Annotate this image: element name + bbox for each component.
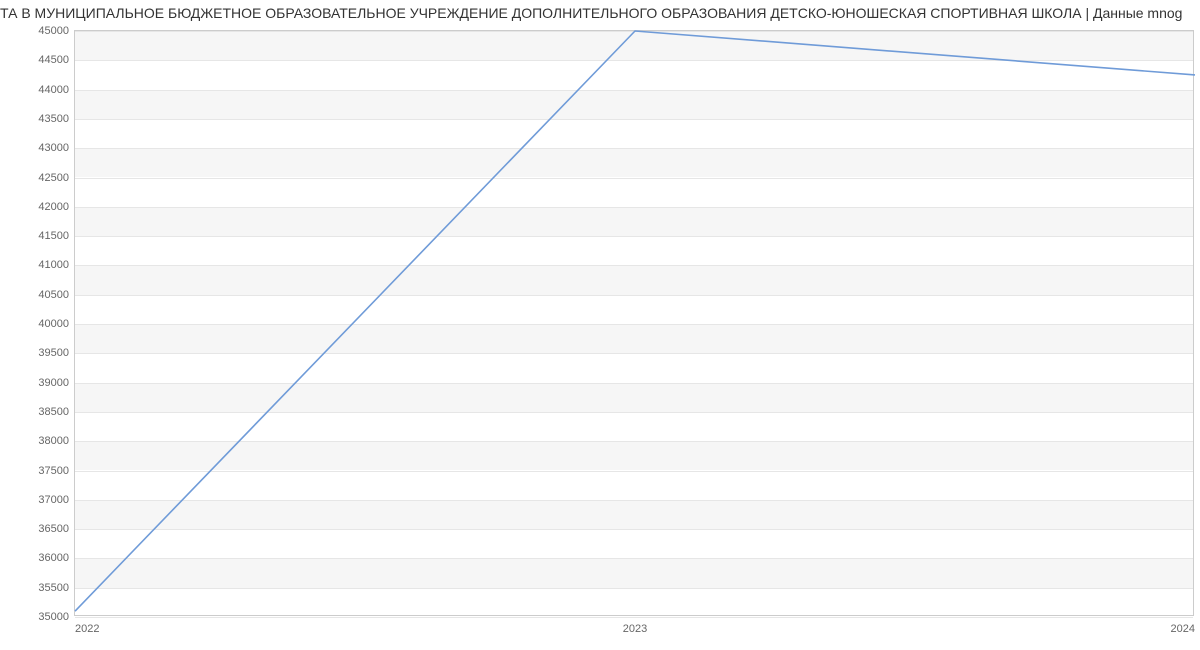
y-tick-label: 43500 [38,113,69,125]
plot-area: 3500035500360003650037000375003800038500… [74,30,1194,616]
y-tick-label: 42000 [38,201,69,213]
y-gridline [75,617,1193,618]
line-series [75,31,1195,611]
x-tick-label: 2023 [623,623,647,635]
y-tick-label: 44500 [38,54,69,66]
y-tick-label: 40500 [38,289,69,301]
y-tick-label: 41500 [38,230,69,242]
y-tick-label: 43000 [38,142,69,154]
y-tick-label: 37500 [38,465,69,477]
y-tick-label: 36000 [38,552,69,564]
y-tick-label: 41000 [38,259,69,271]
y-tick-label: 39500 [38,347,69,359]
y-tick-label: 38500 [38,406,69,418]
x-tick-label: 2022 [75,623,99,635]
y-tick-label: 35500 [38,582,69,594]
y-tick-label: 44000 [38,84,69,96]
y-tick-label: 37000 [38,494,69,506]
y-tick-label: 36500 [38,523,69,535]
y-tick-label: 39000 [38,377,69,389]
y-tick-label: 35000 [38,611,69,623]
series-layer [75,31,1195,617]
y-tick-label: 40000 [38,318,69,330]
y-tick-label: 42500 [38,172,69,184]
chart-title: ТА В МУНИЦИПАЛЬНОЕ БЮДЖЕТНОЕ ОБРАЗОВАТЕЛ… [0,0,1200,26]
y-tick-label: 45000 [38,25,69,37]
x-tick-label: 2024 [1171,623,1195,635]
y-tick-label: 38000 [38,435,69,447]
